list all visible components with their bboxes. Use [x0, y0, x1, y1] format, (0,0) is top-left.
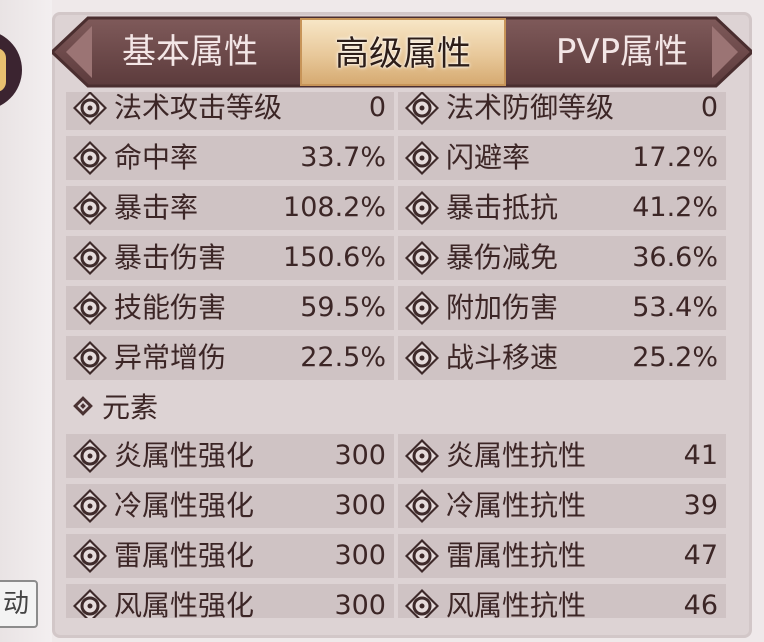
- attribute-label: 风属性抗性: [446, 589, 587, 618]
- bonus-damage-icon: [404, 290, 440, 326]
- attribute-label: 战斗移速: [446, 341, 559, 374]
- combat-speed-icon: [404, 340, 440, 376]
- attribute-cell: 暴击伤害 150.6%: [66, 236, 394, 280]
- fire-boost-icon: [72, 438, 108, 474]
- table-row: 暴击率 108.2% 暴击抵抗 41.2%: [66, 186, 728, 230]
- status-damage-icon: [72, 340, 108, 376]
- attribute-value: 22.5%: [300, 342, 386, 373]
- attribute-label: 炎属性强化: [114, 439, 255, 472]
- attribute-cell: 冷属性强化 300: [66, 484, 394, 528]
- magic-attack-icon: [72, 92, 108, 126]
- attribute-label: 雷属性强化: [114, 539, 255, 572]
- attribute-value: 47: [683, 540, 718, 571]
- attribute-cell: 技能伤害 59.5%: [66, 286, 394, 330]
- attribute-label: 雷属性抗性: [446, 539, 587, 572]
- attribute-value: 300: [334, 490, 386, 521]
- tab-basic-attributes[interactable]: 基本属性: [82, 14, 298, 90]
- attribute-value: 300: [334, 590, 386, 618]
- attribute-cell: 战斗移速 25.2%: [398, 336, 726, 380]
- tab-advanced-attributes[interactable]: 高级属性: [300, 18, 506, 86]
- attribute-value: 41.2%: [632, 192, 718, 223]
- attribute-label: 暴伤减免: [446, 241, 559, 274]
- table-row: 冷属性强化 300 冷属性抗性 39: [66, 484, 728, 528]
- fire-resist-icon: [404, 438, 440, 474]
- tab-pvp-attributes[interactable]: PVP属性: [522, 14, 722, 90]
- dodge-rate-icon: [404, 140, 440, 176]
- hit-rate-icon: [72, 140, 108, 176]
- section-header-elements: 元素: [72, 386, 158, 430]
- table-row: 命中率 33.7% 闪避率 17.2%: [66, 136, 728, 180]
- wind-boost-icon: [72, 588, 108, 618]
- attribute-cell: 闪避率 17.2%: [398, 136, 726, 180]
- table-row: 炎属性强化 300 炎属性抗性 41: [66, 434, 728, 478]
- attribute-label: 暴击抵抗: [446, 191, 559, 224]
- attribute-list[interactable]: 法术攻击等级 0 法术防御等级 0 命中率 33.7% 闪避率 17.2% 暴击率 108.2% 暴…: [66, 92, 728, 618]
- attribute-value: 108.2%: [283, 192, 386, 223]
- attribute-cell: 炎属性强化 300: [66, 434, 394, 478]
- crit-damage-icon: [72, 240, 108, 276]
- table-row: 暴击伤害 150.6% 暴伤减免 36.6%: [66, 236, 728, 280]
- attribute-cell: 异常增伤 22.5%: [66, 336, 394, 380]
- attribute-value: 17.2%: [632, 142, 718, 173]
- crit-rate-icon: [72, 190, 108, 226]
- attribute-cell: 法术防御等级 0: [398, 92, 726, 130]
- thunder-resist-icon: [404, 538, 440, 574]
- attribute-value: 46: [683, 590, 718, 618]
- attribute-cell: 附加伤害 53.4%: [398, 286, 726, 330]
- attribute-cell: 风属性抗性 46: [398, 584, 726, 618]
- attribute-label: 冷属性强化: [114, 489, 255, 522]
- skill-damage-icon: [72, 290, 108, 326]
- attribute-value: 300: [334, 540, 386, 571]
- table-row: 技能伤害 59.5% 附加伤害 53.4%: [66, 286, 728, 330]
- table-row: 法术攻击等级 0 法术防御等级 0: [66, 92, 728, 130]
- attribute-value: 33.7%: [300, 142, 386, 173]
- attribute-cell: 暴伤减免 36.6%: [398, 236, 726, 280]
- attribute-label: 冷属性抗性: [446, 489, 587, 522]
- crit-resist-icon: [404, 190, 440, 226]
- table-row: 雷属性强化 300 雷属性抗性 47: [66, 534, 728, 578]
- attribute-value: 300: [334, 440, 386, 471]
- thunder-boost-icon: [72, 538, 108, 574]
- attribute-cell: 暴击抵抗 41.2%: [398, 186, 726, 230]
- attribute-cell: 炎属性抗性 41: [398, 434, 726, 478]
- attribute-label: 暴击率: [114, 191, 199, 224]
- attribute-label: 附加伤害: [446, 291, 559, 324]
- attribute-cell: 冷属性抗性 39: [398, 484, 726, 528]
- crit-damage-reduction-icon: [404, 240, 440, 276]
- attribute-cell: 命中率 33.7%: [66, 136, 394, 180]
- attribute-cell: 风属性强化 300: [66, 584, 394, 618]
- table-row: 异常增伤 22.5% 战斗移速 25.2%: [66, 336, 728, 380]
- attribute-cell: 雷属性抗性 47: [398, 534, 726, 578]
- action-button[interactable]: 动: [0, 580, 38, 628]
- attribute-value: 150.6%: [283, 242, 386, 273]
- attribute-value: 0: [368, 92, 386, 123]
- tab-bar: 基本属性 高级属性 PVP属性: [52, 14, 752, 90]
- attribute-value: 53.4%: [632, 292, 718, 323]
- diamond-bullet-icon: [73, 396, 93, 416]
- attribute-value: 39: [683, 490, 718, 521]
- attribute-label: 风属性强化: [114, 589, 255, 618]
- attribute-value: 25.2%: [632, 342, 718, 373]
- attribute-cell: 雷属性强化 300: [66, 534, 394, 578]
- attribute-value: 59.5%: [300, 292, 386, 323]
- table-row: 风属性强化 300 风属性抗性 46: [66, 584, 728, 618]
- attribute-label: 技能伤害: [114, 291, 227, 324]
- ice-resist-icon: [404, 488, 440, 524]
- magic-defense-icon: [404, 92, 440, 126]
- attribute-label: 炎属性抗性: [446, 439, 587, 472]
- attribute-label: 异常增伤: [114, 341, 227, 374]
- attribute-label: 闪避率: [446, 141, 531, 174]
- ice-boost-icon: [72, 488, 108, 524]
- attribute-label: 暴击伤害: [114, 241, 227, 274]
- attribute-value: 0: [700, 92, 718, 123]
- attribute-label: 命中率: [114, 141, 199, 174]
- attribute-value: 41: [683, 440, 718, 471]
- attribute-label: 法术防御等级: [446, 92, 615, 124]
- attribute-cell: 暴击率 108.2%: [66, 186, 394, 230]
- attribute-cell: 法术攻击等级 0: [66, 92, 394, 130]
- wind-resist-icon: [404, 588, 440, 618]
- attribute-value: 36.6%: [632, 242, 718, 273]
- attribute-label: 法术攻击等级: [114, 92, 283, 124]
